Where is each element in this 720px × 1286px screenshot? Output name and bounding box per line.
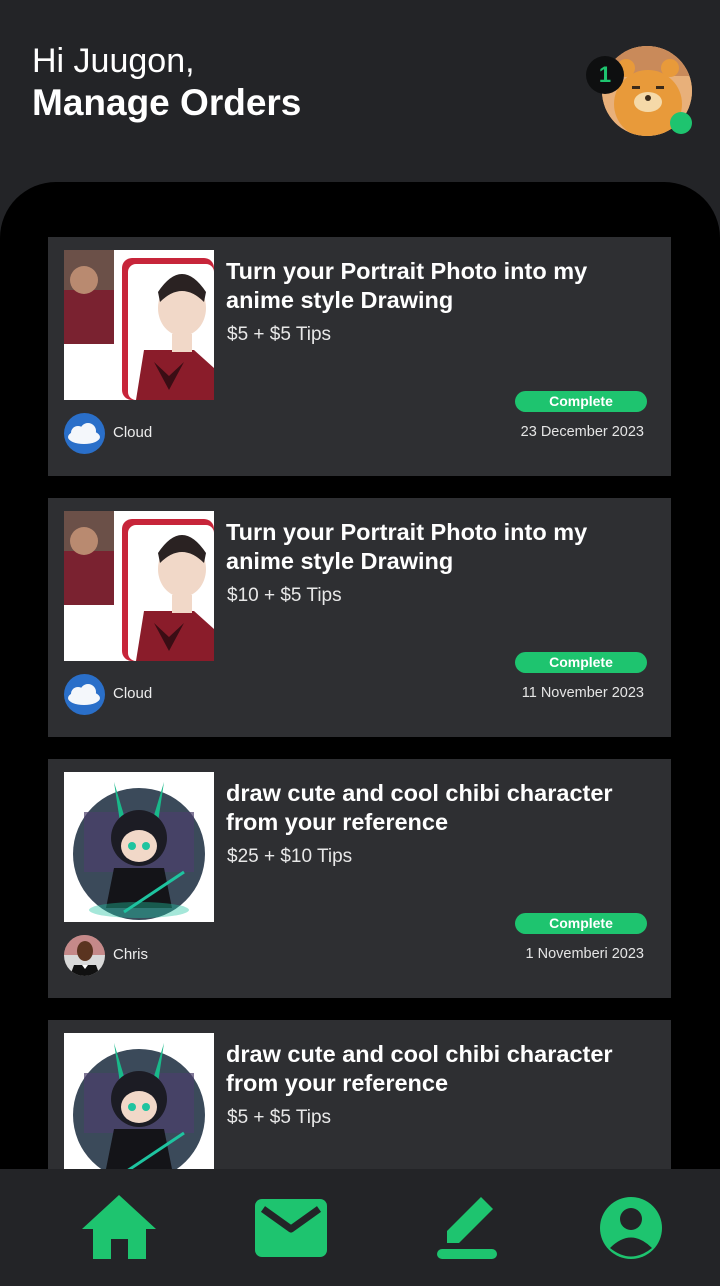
cloud-avatar (64, 413, 105, 454)
order-date: 1 Novemberi 2023 (525, 946, 645, 962)
order-card[interactable]: draw cute and cool chibi character from … (48, 1020, 671, 1182)
order-date: 23 December 2023 (520, 424, 644, 440)
nav-home-button[interactable] (80, 1193, 160, 1263)
header: Hi Juugon, Manage Orders 1 (0, 0, 720, 190)
bottom-nav (0, 1169, 720, 1286)
order-title: Turn your Portrait Photo into my anime s… (226, 258, 588, 313)
order-title: draw cute and cool chibi character from … (226, 780, 613, 835)
order-price: $5 + $5 Tips (227, 324, 332, 345)
order-title: draw cute and cool chibi character from … (226, 1041, 613, 1096)
edit-icon (437, 1197, 497, 1259)
portrait-anime-thumbnail (64, 250, 214, 400)
chibi-character-thumbnail (64, 1033, 214, 1182)
profile-avatar-button[interactable]: 1 (586, 44, 696, 140)
order-title: Turn your Portrait Photo into my anime s… (226, 519, 588, 574)
notification-badge: 1 (586, 56, 624, 94)
home-icon (82, 1195, 156, 1259)
orders-panel: Turn your Portrait Photo into my anime s… (0, 182, 720, 1182)
online-status-dot (670, 112, 692, 134)
profile-icon (600, 1197, 662, 1259)
buyer-name: Cloud (113, 424, 153, 441)
greeting-text: Hi Juugon, (32, 42, 195, 80)
chibi-character-thumbnail (64, 772, 214, 922)
order-price: $5 + $5 Tips (227, 1107, 332, 1128)
chris-avatar (64, 935, 105, 976)
status-badge: Complete (515, 913, 647, 934)
order-card[interactable]: draw cute and cool chibi character from … (48, 759, 671, 998)
order-date: 11 November 2023 (521, 685, 644, 701)
order-card[interactable]: Turn your Portrait Photo into my anime s… (48, 498, 671, 737)
buyer-name: Chris (113, 946, 149, 963)
buyer-name: Cloud (113, 685, 153, 702)
order-price: $10 + $5 Tips (227, 585, 342, 606)
nav-profile-button[interactable] (592, 1193, 672, 1263)
status-badge: Complete (515, 652, 647, 673)
nav-messages-button[interactable] (251, 1193, 331, 1263)
order-card[interactable]: Turn your Portrait Photo into my anime s… (48, 237, 671, 476)
portrait-anime-thumbnail (64, 511, 214, 661)
nav-edit-button[interactable] (427, 1193, 507, 1263)
mail-icon (255, 1199, 327, 1257)
order-price: $25 + $10 Tips (227, 846, 353, 867)
cloud-avatar (64, 674, 105, 715)
page-title: Manage Orders (32, 82, 302, 123)
status-badge: Complete (515, 391, 647, 412)
